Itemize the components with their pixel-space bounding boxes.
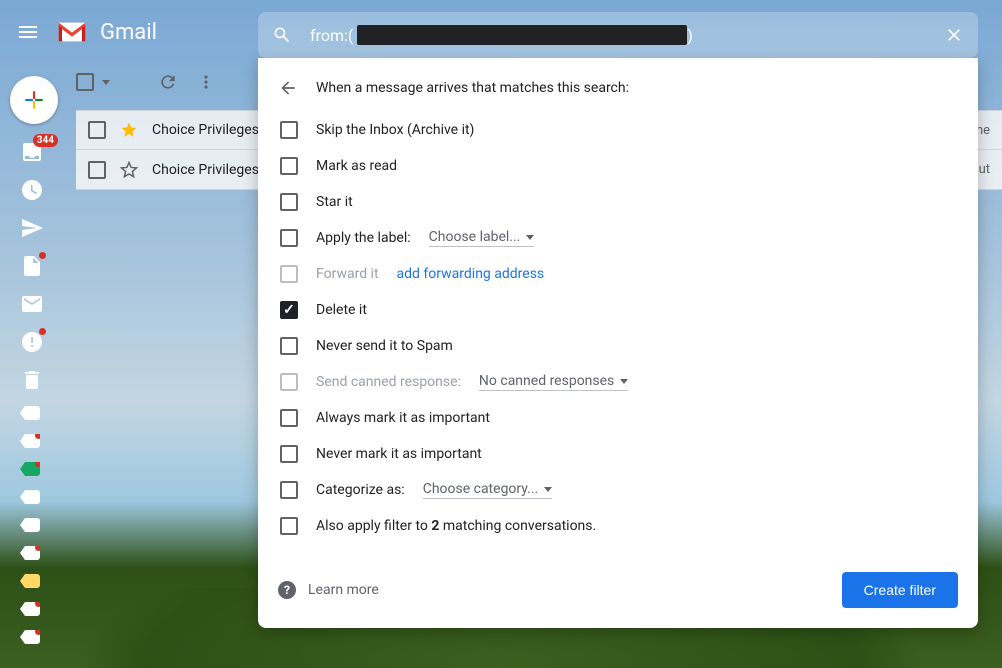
inbox-icon[interactable]: 344	[20, 140, 44, 164]
search-icon[interactable]	[272, 25, 292, 45]
search-query[interactable]: from:( )	[310, 25, 693, 45]
forward-checkbox[interactable]	[280, 265, 298, 283]
mark-read-checkbox[interactable]	[280, 157, 298, 175]
label-white[interactable]	[20, 406, 40, 420]
choose-label-dropdown[interactable]: Choose label...	[429, 229, 535, 247]
app-name: Gmail	[100, 20, 157, 45]
trash-icon[interactable]	[20, 368, 44, 392]
add-forwarding-link[interactable]: add forwarding address	[397, 266, 545, 282]
label-white-7[interactable]	[20, 630, 40, 644]
spam-icon[interactable]	[20, 330, 44, 354]
categorize-label: Categorize as:	[316, 482, 405, 498]
gmail-logo[interactable]: Gmail	[56, 20, 157, 45]
never-spam-checkbox[interactable]	[280, 337, 298, 355]
filter-panel: When a message arrives that matches this…	[258, 58, 978, 628]
label-white-2[interactable]	[20, 434, 40, 448]
star-icon[interactable]	[120, 121, 138, 139]
back-icon[interactable]	[278, 78, 298, 98]
never-spam-label: Never send it to Spam	[316, 338, 453, 354]
help-icon: ?	[278, 581, 296, 599]
mark-important-label: Always mark it as important	[316, 410, 490, 426]
menu-icon[interactable]	[16, 20, 40, 44]
compose-button[interactable]	[10, 76, 58, 124]
label-white-4[interactable]	[20, 518, 40, 532]
label-green[interactable]	[20, 462, 40, 476]
sent-icon[interactable]	[20, 216, 44, 240]
star-label: Star it	[316, 194, 353, 210]
mark-read-label: Mark as read	[316, 158, 397, 174]
label-yellow[interactable]	[20, 574, 40, 588]
inbox-badge: 344	[33, 134, 58, 147]
apply-label-text: Apply the label:	[316, 230, 411, 246]
skip-inbox-label: Skip the Inbox (Archive it)	[316, 122, 474, 138]
select-dropdown-icon[interactable]	[102, 80, 110, 85]
drafts-icon[interactable]	[20, 254, 44, 278]
canned-dropdown[interactable]: No canned responses	[479, 373, 628, 391]
search-bar[interactable]: from:( )	[258, 12, 978, 58]
label-white-6[interactable]	[20, 602, 40, 616]
delete-checkbox[interactable]	[280, 301, 298, 319]
label-white-3[interactable]	[20, 490, 40, 504]
canned-label: Send canned response:	[316, 374, 461, 390]
mark-important-checkbox[interactable]	[280, 409, 298, 427]
refresh-icon[interactable]	[158, 72, 178, 92]
also-apply-checkbox[interactable]	[280, 517, 298, 535]
skip-inbox-checkbox[interactable]	[280, 121, 298, 139]
panel-title: When a message arrives that matches this…	[316, 80, 629, 96]
never-important-label: Never mark it as important	[316, 446, 482, 462]
label-white-5[interactable]	[20, 546, 40, 560]
create-filter-button[interactable]: Create filter	[842, 572, 958, 608]
canned-checkbox[interactable]	[280, 373, 298, 391]
never-important-checkbox[interactable]	[280, 445, 298, 463]
more-icon[interactable]	[196, 72, 216, 92]
apply-label-checkbox[interactable]	[280, 229, 298, 247]
delete-label: Delete it	[316, 302, 367, 318]
categorize-dropdown[interactable]: Choose category...	[423, 481, 553, 499]
star-icon[interactable]	[120, 161, 138, 179]
star-checkbox[interactable]	[280, 193, 298, 211]
snoozed-icon[interactable]	[20, 178, 44, 202]
also-apply-label: Also apply filter to 2 matching conversa…	[316, 518, 596, 534]
sender: Choice Privileges	[152, 162, 259, 178]
row-checkbox[interactable]	[88, 121, 106, 139]
sender: Choice Privileges	[152, 122, 259, 138]
forward-label: Forward it	[316, 266, 379, 282]
learn-more-link[interactable]: ? Learn more	[278, 581, 379, 599]
row-checkbox[interactable]	[88, 161, 106, 179]
clear-search-icon[interactable]	[944, 25, 964, 45]
categorize-checkbox[interactable]	[280, 481, 298, 499]
select-all-checkbox[interactable]	[76, 73, 94, 91]
redacted-email	[357, 25, 687, 45]
all-mail-icon[interactable]	[20, 292, 44, 316]
